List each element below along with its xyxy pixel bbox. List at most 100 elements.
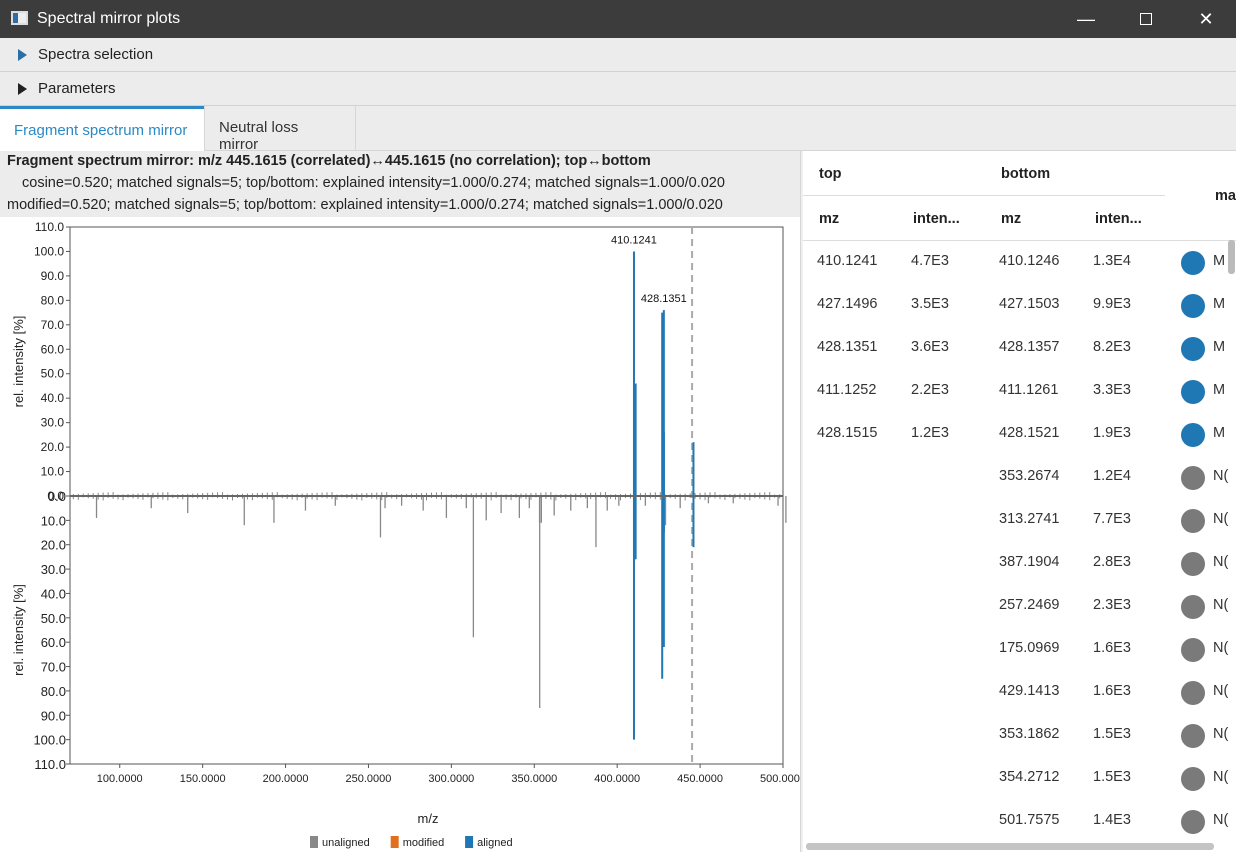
legend-label: aligned xyxy=(477,837,512,849)
cell-bottom-mz: 428.1521 xyxy=(999,425,1060,441)
match-table[interactable]: top bottom ma mz inten... mz inten... 41… xyxy=(803,151,1236,852)
match-status-icon xyxy=(1181,681,1205,705)
group-header-bottom: bottom xyxy=(1001,166,1051,182)
match-status-icon xyxy=(1181,294,1205,318)
chart-header: Fragment spectrum mirror: m/z 445.1615 (… xyxy=(0,151,800,217)
cell-bottom-intensity: 2.3E3 xyxy=(1093,597,1131,613)
cell-bottom-intensity: 3.3E3 xyxy=(1093,382,1131,398)
mirror-chart[interactable]: 110.0 100.0 90.0 80.0 70.0 60.0 50.0 40.0 30.0 20… xyxy=(0,217,800,852)
vertical-scrollbar[interactable] xyxy=(1228,240,1235,274)
y-tick-label: 70.0 xyxy=(41,660,66,675)
minimize-icon: — xyxy=(1077,8,1095,29)
y-axis-label-top: rel. intensity [%] xyxy=(11,316,26,408)
y-tick-label: 0.0 xyxy=(48,489,66,504)
match-status-icon xyxy=(1181,810,1205,834)
table-row[interactable]: 353.2674 1.2E4 N( xyxy=(803,456,1236,499)
y-tick-label: 10.0 xyxy=(41,513,66,528)
cell-bottom-mz: 353.2674 xyxy=(999,468,1060,484)
column-header-top-intensity[interactable]: inten... xyxy=(913,211,960,227)
cell-bottom-intensity: 8.2E3 xyxy=(1093,339,1131,355)
table-row[interactable]: 387.1904 2.8E3 N( xyxy=(803,542,1236,585)
table-row[interactable]: 427.1496 3.5E3 427.1503 9.9E3 M xyxy=(803,284,1236,327)
x-tick-label: 100.0000 xyxy=(97,773,143,785)
cell-match-type: N( xyxy=(1213,769,1229,785)
x-tick-label: 200.0000 xyxy=(263,773,309,785)
cell-bottom-mz: 411.1261 xyxy=(999,382,1059,398)
match-status-icon xyxy=(1181,767,1205,791)
group-header-top: top xyxy=(819,166,842,182)
match-status-icon xyxy=(1181,595,1205,619)
header-divider xyxy=(803,195,1165,196)
y-tick-label: 60.0 xyxy=(41,342,65,356)
legend-label: unaligned xyxy=(322,837,370,849)
table-row[interactable]: 428.1515 1.2E3 428.1521 1.9E3 M xyxy=(803,413,1236,456)
cell-bottom-mz: 427.1503 xyxy=(999,296,1060,312)
cell-bottom-mz: 354.2712 xyxy=(999,769,1060,785)
cell-top-mz: 410.1241 xyxy=(817,253,878,269)
maximize-icon xyxy=(1140,13,1152,25)
table-row[interactable]: 354.2712 1.5E3 N( xyxy=(803,757,1236,800)
x-tick-label: 300.0000 xyxy=(428,773,474,785)
y-tick-label: 100.0 xyxy=(34,244,64,258)
mirror-chart-svg[interactable]: 110.0 100.0 90.0 80.0 70.0 60.0 50.0 40.0 30.0 20… xyxy=(0,217,800,852)
cell-top-mz: 427.1496 xyxy=(817,296,878,312)
table-row[interactable]: 429.1413 1.6E3 N( xyxy=(803,671,1236,714)
cell-match-type: N( xyxy=(1213,683,1229,699)
x-tick-label: 250.0000 xyxy=(346,773,392,785)
cell-bottom-mz: 353.1862 xyxy=(999,726,1060,742)
x-tick-label: 450.0000 xyxy=(677,773,723,785)
column-header-top-mz[interactable]: mz xyxy=(819,211,839,227)
column-header-match[interactable]: ma xyxy=(1215,188,1236,204)
y-tick-label: 20.0 xyxy=(41,440,65,454)
y-tick-label: 20.0 xyxy=(41,538,66,553)
legend-swatch xyxy=(390,836,399,848)
y-tick-label: 50.0 xyxy=(41,611,66,626)
y-tick-label: 30.0 xyxy=(41,416,65,430)
table-row[interactable]: 501.7575 1.4E3 N( xyxy=(803,800,1236,843)
y-tick-label: 90.0 xyxy=(41,708,66,723)
peak-annotation: 428.1351 xyxy=(641,293,687,305)
cell-bottom-intensity: 1.5E3 xyxy=(1093,769,1131,785)
horizontal-scrollbar[interactable] xyxy=(806,843,1214,850)
tab-neutral-loss-mirror[interactable]: Neutral loss mirror xyxy=(204,106,356,153)
table-row[interactable]: 175.0969 1.6E3 N( xyxy=(803,628,1236,671)
match-status-icon xyxy=(1181,337,1205,361)
table-row[interactable]: 257.2469 2.3E3 N( xyxy=(803,585,1236,628)
y-tick-label: 80.0 xyxy=(41,684,66,699)
table-row[interactable]: 353.1862 1.5E3 N( xyxy=(803,714,1236,757)
cell-top-mz: 428.1515 xyxy=(817,425,878,441)
table-row[interactable]: 428.1351 3.6E3 428.1357 8.2E3 M xyxy=(803,327,1236,370)
maximize-button[interactable] xyxy=(1123,0,1169,38)
parameters-pane[interactable]: Parameters xyxy=(0,72,1236,106)
match-status-icon xyxy=(1181,509,1205,533)
tab-fragment-spectrum-mirror[interactable]: Fragment spectrum mirror xyxy=(0,106,204,151)
cell-top-intensity: 3.5E3 xyxy=(911,296,949,312)
column-header-bottom-mz[interactable]: mz xyxy=(1001,211,1021,227)
close-button[interactable]: ✕ xyxy=(1183,0,1229,38)
column-header-bottom-intensity[interactable]: inten... xyxy=(1095,211,1142,227)
cell-match-type: N( xyxy=(1213,812,1229,828)
cell-bottom-mz: 313.2741 xyxy=(999,511,1060,527)
close-icon: ✕ xyxy=(1198,8,1214,29)
cell-bottom-mz: 501.7575 xyxy=(999,812,1060,828)
y-tick-label: 40.0 xyxy=(41,586,66,601)
expand-arrow-icon xyxy=(18,49,27,61)
x-tick-label: 500.0000 xyxy=(760,773,800,785)
app-icon xyxy=(11,11,28,25)
y-tick-label: 70.0 xyxy=(41,318,65,332)
table-row[interactable]: 411.1252 2.2E3 411.1261 3.3E3 M xyxy=(803,370,1236,413)
expand-arrow-icon xyxy=(18,83,27,95)
match-status-icon xyxy=(1181,423,1205,447)
cosine-summary: cosine=0.520; matched signals=5; top/bot… xyxy=(22,175,725,191)
cell-match-type: M xyxy=(1213,339,1226,355)
cell-bottom-mz: 410.1246 xyxy=(999,253,1060,269)
cell-match-type: N( xyxy=(1213,597,1229,613)
table-row[interactable]: 313.2741 7.7E3 N( xyxy=(803,499,1236,542)
table-row[interactable]: 410.1241 4.7E3 410.1246 1.3E4 M xyxy=(803,241,1236,284)
minimize-button[interactable]: — xyxy=(1063,0,1109,38)
y-tick-label: 30.0 xyxy=(41,562,66,577)
spectra-selection-pane[interactable]: Spectra selection xyxy=(0,38,1236,72)
spectra-selection-label: Spectra selection xyxy=(38,46,154,63)
cell-bottom-intensity: 7.7E3 xyxy=(1093,511,1131,527)
y-tick-label: 60.0 xyxy=(41,635,66,650)
